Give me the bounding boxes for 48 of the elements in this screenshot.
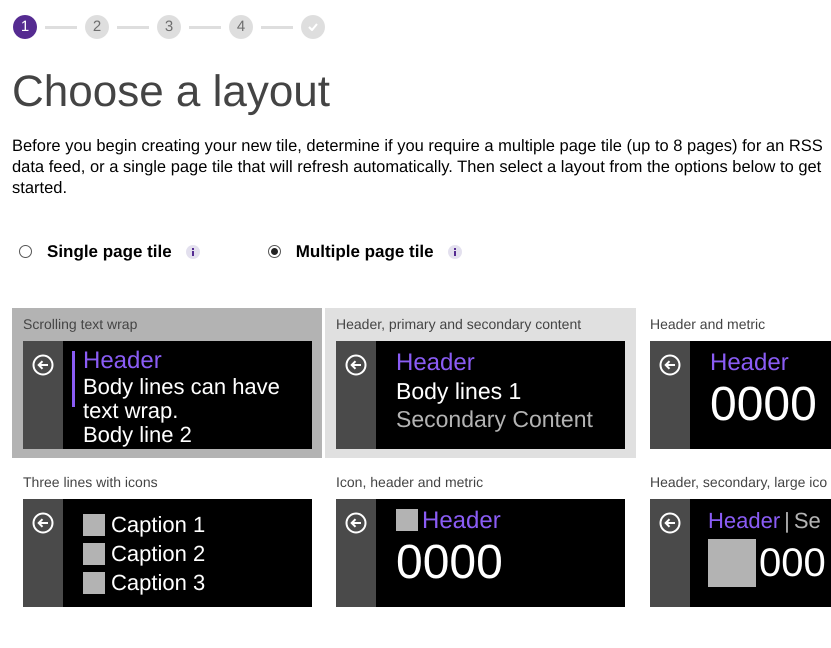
image-placeholder [708, 538, 756, 586]
body-text: Body line 2 [83, 422, 193, 446]
radio-button[interactable] [268, 245, 281, 258]
layout-option[interactable]: Header, secondary, large ico Header | Se 000 [639, 466, 831, 616]
tile-header: Header [422, 506, 501, 534]
info-icon[interactable] [448, 244, 462, 259]
metric-value: 0000 [396, 534, 503, 590]
layout-label: Icon, header and metric [336, 474, 484, 490]
body-text: Body lines 1 [396, 376, 522, 404]
layout-label: Header, secondary, large ico [650, 474, 828, 490]
tile-header: Header [710, 348, 790, 376]
tile-header: Header [83, 346, 163, 374]
caption-text: Caption 2 [111, 541, 206, 567]
tile-header: Header [708, 506, 780, 534]
intro-paragraph: Before you begin creating your new tile, determine if you require a multiple page tile (up to 8 pages) for an RSS data feed, or a single page tile that will refresh automatically. Then select a layout from the options below to get started. [12, 136, 824, 199]
caption-text: Caption 1 [111, 512, 206, 538]
radio-button[interactable] [19, 245, 32, 258]
body-text: Body lines can have text wrap. [83, 374, 281, 422]
body-text: Secondary Content [396, 404, 593, 432]
radio-label[interactable]: Single page tile [47, 239, 172, 264]
caption-text: Caption 3 [111, 570, 206, 596]
step-indicator: 4 [229, 15, 253, 39]
info-icon[interactable] [186, 244, 200, 259]
layout-label: Header, primary and secondary content [336, 316, 582, 332]
metric-value: 0000 [710, 376, 817, 432]
step-indicator: 2 [85, 15, 109, 39]
image-placeholder [83, 572, 105, 594]
layout-option[interactable]: Header and metric Header 0000 [639, 308, 831, 458]
layout-option[interactable]: Three lines with icons Caption 1 Caption 2 Caption 3 [12, 466, 322, 616]
secondary-text: Se [794, 506, 821, 534]
image-placeholder [83, 514, 105, 536]
layout-label: Header and metric [650, 316, 766, 332]
radio-label[interactable]: Multiple page tile [296, 239, 434, 264]
layout-label: Scrolling text wrap [23, 316, 138, 332]
image-placeholder [396, 508, 418, 530]
layout-label: Three lines with icons [23, 474, 159, 490]
step-indicator: 1 [13, 15, 37, 39]
page-title: Choose a layout [12, 66, 331, 118]
tile-header: Header [396, 348, 476, 376]
layout-option[interactable]: Header, primary and secondary content Header Body lines 1 Secondary Content [325, 308, 636, 458]
step-indicator: 3 [157, 15, 181, 39]
check-icon [308, 23, 318, 31]
image-placeholder [83, 543, 105, 565]
accent-bar [72, 350, 75, 406]
separator-text: | [784, 506, 790, 534]
layout-option[interactable]: Icon, header and metric Header 0000 [325, 466, 636, 616]
layout-option[interactable]: Scrolling text wrap Header Body lines can have text wrap. Body line 2 [12, 308, 322, 458]
metric-value: 000 [759, 540, 826, 586]
